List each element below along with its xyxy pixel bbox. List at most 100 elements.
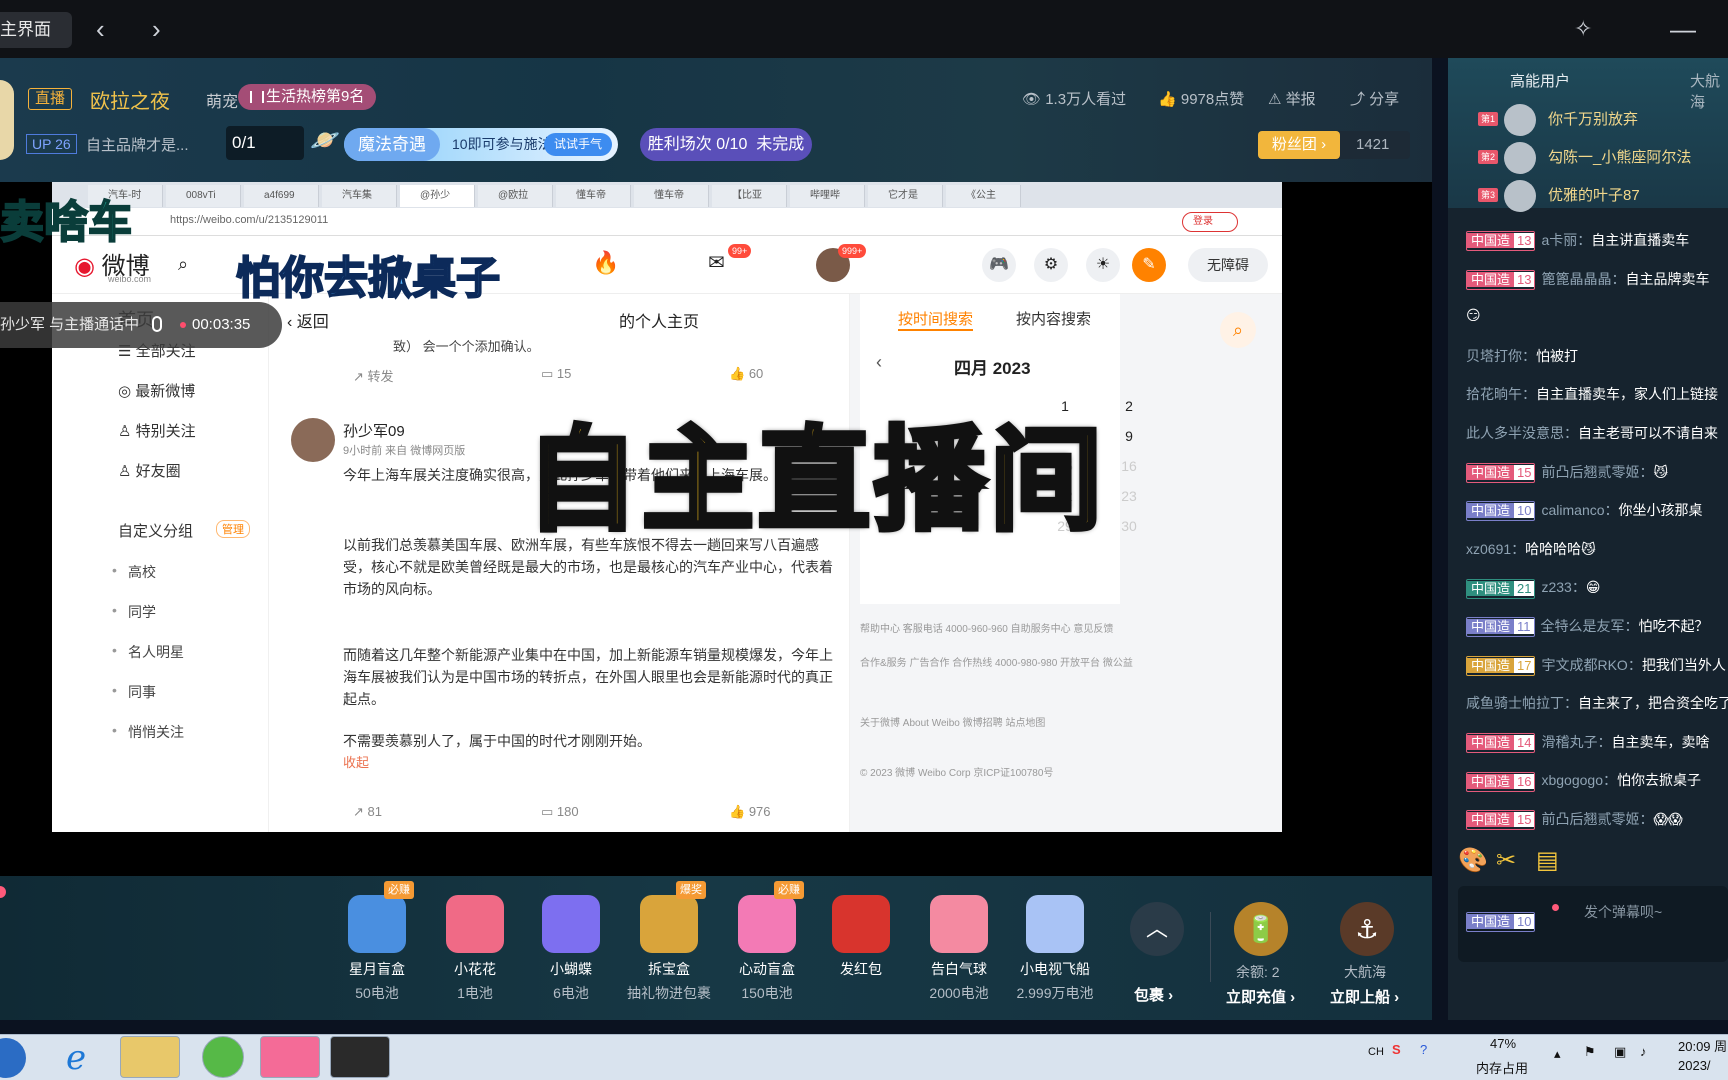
help-icon[interactable]: ? [1420, 1042, 1427, 1057]
fan-medal[interactable]: 中国造 16 [1466, 771, 1536, 792]
danmaku-message[interactable]: 中国造 10 calimanco：你坐小孩那桌 [1466, 500, 1728, 522]
message-user[interactable]: 贝塔打你： [1466, 348, 1536, 364]
puzzle-icon[interactable]: ✂ [1496, 846, 1516, 875]
high-user-name: 勾陈一_小熊座阿尔法 [1548, 149, 1692, 166]
fan-medal-name: 中国造 [1467, 233, 1515, 249]
host-avatar[interactable] [0, 80, 14, 160]
message-user[interactable]: 前凸后翘贰零姬： [1541, 811, 1653, 827]
danmaku-message[interactable]: 咸鱼骑士帕拉丁：自主来了，把合资全吃了 [1466, 693, 1728, 713]
message-user[interactable]: xz0691： [1466, 541, 1525, 557]
fan-medal[interactable]: 中国造 15 [1466, 462, 1536, 483]
danmaku-input[interactable]: 中国造 10 发个弹幕呗~ [1458, 886, 1728, 962]
voice-call-pill[interactable]: 孙少军 与主播通话中 00:03:35 [0, 302, 282, 348]
fan-club[interactable]: 粉丝团 › 1421 [1258, 131, 1410, 159]
gift-item[interactable]: 必赚 心动盲盒 150电池 [724, 881, 810, 1003]
expand-gifts-button[interactable]: ︿ [1130, 902, 1184, 956]
danmaku-message[interactable]: 此人多半没意思：自主老哥可以不请自来 [1466, 423, 1728, 443]
recharge-button[interactable]: 立即充值 › [1226, 986, 1295, 1007]
fan-medal[interactable]: 中国造 17 [1466, 655, 1536, 676]
chevron-left-icon[interactable]: ‹ [96, 0, 105, 58]
nav-friends: ♙ 好友圈 [118, 463, 181, 480]
gift-item[interactable]: 告白气球 2000电池 [916, 895, 1002, 1003]
network-icon[interactable]: ▣ [1614, 1044, 1626, 1060]
clock-time[interactable]: 20:09 周 [1678, 1036, 1727, 1055]
danmaku-message[interactable]: 😏 [1466, 307, 1728, 324]
tab-main[interactable]: 主界面 [0, 12, 72, 48]
s-icon[interactable]: S [1392, 1042, 1401, 1057]
danmaku-message[interactable]: 中国造 15 前凸后翘贰零姬：😼 [1466, 462, 1728, 483]
fan-medal[interactable]: 中国造 13 [1466, 231, 1536, 252]
up-description[interactable]: 自主品牌才是... [86, 134, 189, 155]
danmaku-message[interactable]: 中国造 16 xbgogogo：怕你去掀桌子 [1466, 770, 1728, 792]
tab-high-users[interactable]: 高能用户 [1510, 70, 1570, 91]
message-user[interactable]: 宇文成都RKO： [1541, 657, 1641, 673]
danmaku-message[interactable]: 贝塔打你：怕被打 [1466, 346, 1728, 366]
fan-medal[interactable]: 中国造 21 [1466, 578, 1536, 599]
rank-chip[interactable]: 生活热榜第9名 [238, 84, 377, 110]
fan-medal[interactable]: 中国造 14 [1466, 733, 1536, 754]
fan-medal[interactable]: 中国造 10 [1466, 501, 1536, 522]
explorer-icon[interactable] [120, 1036, 180, 1078]
report-button[interactable]: ⚠ 举报 [1268, 88, 1316, 109]
tab-fleet[interactable]: 大航海 [1690, 70, 1728, 112]
danmaku-message[interactable]: 中国造 15 前凸后翘贰零姬：😱😱 [1466, 809, 1728, 831]
fan-medal[interactable]: 中国造 13 [1466, 269, 1536, 290]
gift-item[interactable]: 小花花 1电池 [432, 895, 518, 1003]
message-user[interactable]: 前凸后翘贰零姬： [1541, 464, 1653, 480]
danmaku-message[interactable]: 中国造 21 z233：😁 [1466, 577, 1728, 599]
message-user[interactable]: z233： [1541, 579, 1585, 595]
package-button[interactable]: 包裹 › [1134, 984, 1173, 1005]
pin-icon[interactable]: ✧ [1574, 0, 1592, 58]
browser-icon[interactable] [202, 1036, 244, 1078]
gift-item[interactable]: 小蝴蝶 6电池 [528, 895, 614, 1003]
ime-indicator[interactable]: CH [1368, 1046, 1384, 1058]
flag-icon[interactable]: ⚑ [1584, 1044, 1596, 1060]
message-user[interactable]: a卡丽： [1541, 232, 1591, 248]
danmaku-message[interactable]: xz0691：哈哈哈哈😼 [1466, 539, 1728, 559]
message-user[interactable]: 此人多半没意思： [1466, 425, 1578, 441]
volume-icon[interactable]: ♪ [1640, 1044, 1647, 1059]
battery-icon[interactable]: 🔋 [1234, 902, 1288, 956]
tray-up-icon[interactable]: ▴ [1554, 1046, 1561, 1062]
bilibili-icon[interactable] [260, 1036, 320, 1078]
message-user[interactable]: xbgogogo： [1541, 772, 1617, 788]
fan-medal[interactable]: 中国造 15 [1466, 810, 1536, 831]
message-user[interactable]: 咸鱼骑士帕拉丁： [1466, 695, 1578, 711]
gift-item[interactable]: 必赚 星月盲盒 50电池 [334, 881, 420, 1003]
gift-item[interactable]: 爆奖 拆宝盒 抽礼物进包裹 [626, 881, 712, 1003]
input-medal[interactable]: 中国造 10 [1466, 912, 1536, 932]
likes-stat[interactable]: 👍 9978点赞 [1158, 88, 1244, 109]
message-user[interactable]: 全特么是友军： [1541, 618, 1639, 634]
danmaku-message[interactable]: 中国造 11 全特么是友军：怕吃不起？ [1466, 616, 1728, 638]
message-user[interactable]: calimanco： [1541, 502, 1618, 518]
clock-date[interactable]: 2023/ [1678, 1058, 1711, 1073]
fan-club-button[interactable]: 粉丝团 › [1258, 131, 1340, 159]
try-luck-button[interactable]: 试试手气 [543, 133, 612, 156]
room-category[interactable]: 萌宠 [206, 88, 238, 112]
gift-item[interactable]: 发红包 [818, 895, 904, 983]
danmaku-message[interactable]: 拾花晌午：自主直播卖车，家人们上链接 [1466, 384, 1728, 404]
message-user[interactable]: 篦篦晶晶晶： [1541, 271, 1625, 287]
minimize-icon[interactable]: — [1670, 0, 1696, 58]
win-progress[interactable]: 胜利场次 0/10 未完成 [640, 128, 812, 161]
ie-icon[interactable]: ℯ [66, 1038, 86, 1078]
anchor-icon[interactable]: ⚓ [1340, 902, 1394, 956]
gift-item[interactable]: 小电视飞船 2.999万电池 [1012, 895, 1098, 1003]
text-box-icon[interactable]: ▤ [1536, 846, 1559, 875]
board-ship-button[interactable]: 立即上船 › [1330, 986, 1399, 1007]
danmaku-message[interactable]: 中国造 13 a卡丽：自主讲直播卖车 [1466, 230, 1728, 252]
fan-medal[interactable]: 中国造 11 [1466, 617, 1535, 638]
chevron-right-icon[interactable]: › [152, 0, 161, 58]
message-user[interactable]: 滑稽丸子： [1541, 734, 1611, 750]
share-button[interactable]: ⤴ 分享 [1350, 88, 1399, 109]
message-user[interactable]: 拾花晌午： [1466, 386, 1536, 402]
magic-event[interactable]: 魔法奇遇 10即可参与施法 试试手气 [344, 128, 618, 161]
recorder-icon[interactable] [330, 1036, 390, 1078]
danmaku-message[interactable]: 中国造 14 滑稽丸子：自主卖车，卖啥 [1466, 732, 1728, 754]
danmaku-message[interactable]: 中国造 13 篦篦晶晶晶：自主品牌卖车 [1466, 269, 1728, 290]
repost-label: 转发 [367, 369, 394, 384]
gift-name: 小电视飞船 [1020, 961, 1090, 977]
palette-icon[interactable]: 🎨 [1458, 846, 1488, 875]
danmaku-message[interactable]: 中国造 17 宇文成都RKO：把我们当外人 [1466, 655, 1728, 676]
room-title[interactable]: 欧拉之夜 [90, 85, 170, 114]
